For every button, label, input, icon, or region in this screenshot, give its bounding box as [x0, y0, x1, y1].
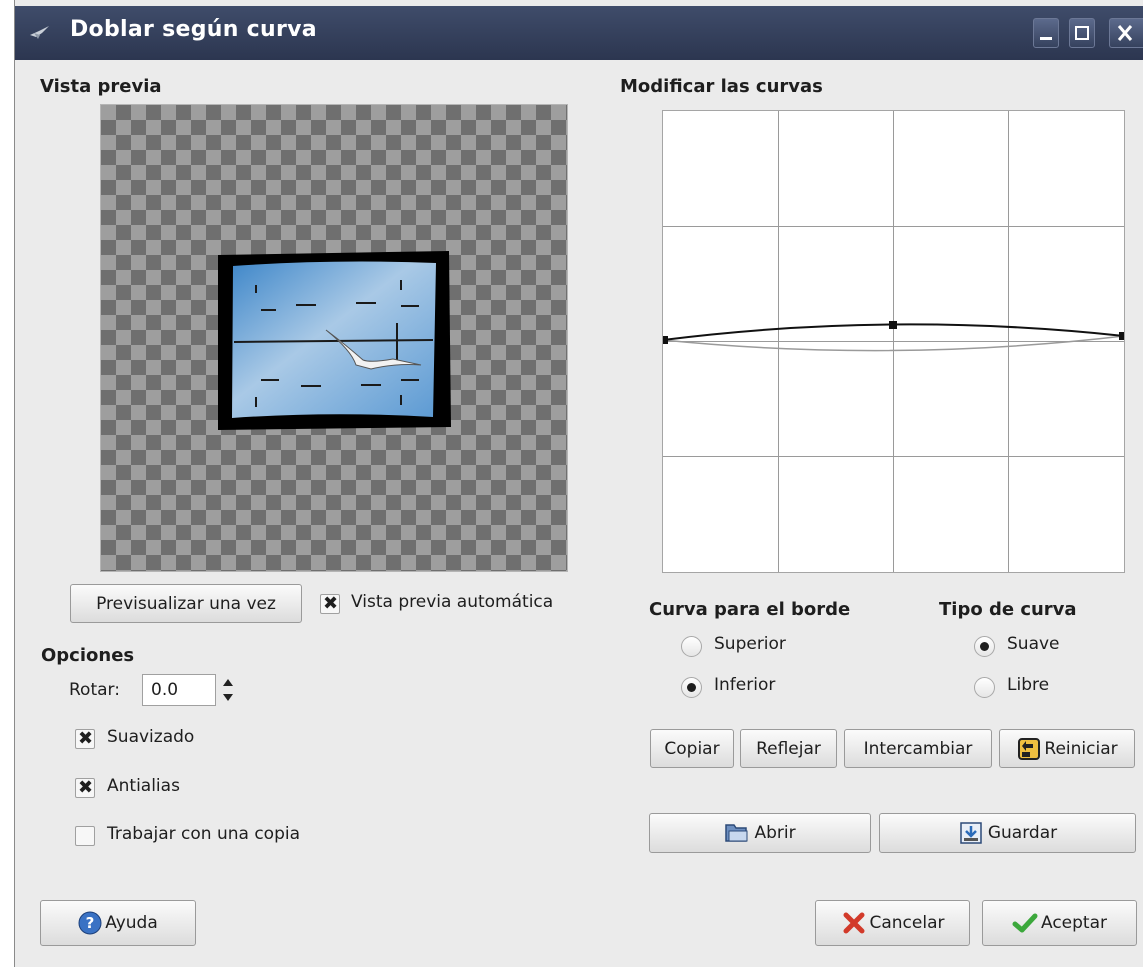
title-bar[interactable]: Doblar según curva: [15, 6, 1143, 60]
work-on-copy-label[interactable]: Trabajar con una copia: [107, 824, 300, 844]
minimize-icon: [1040, 37, 1052, 40]
smoothing-label[interactable]: Suavizado: [107, 727, 194, 747]
save-icon: [960, 822, 982, 844]
help-label: Ayuda: [105, 913, 158, 933]
maximize-button[interactable]: [1069, 18, 1095, 48]
options-heading: Opciones: [41, 645, 135, 666]
mirror-label: Reflejar: [756, 738, 821, 759]
open-label: Abrir: [754, 823, 796, 843]
help-icon: ?: [78, 911, 102, 935]
radio-dot: [980, 642, 989, 651]
save-label: Guardar: [987, 823, 1058, 843]
curve-graph[interactable]: [663, 111, 1124, 572]
free-radio[interactable]: [974, 677, 995, 698]
work-on-copy-checkbox[interactable]: [75, 826, 95, 846]
curve-type-heading: Tipo de curva: [939, 599, 1077, 620]
ok-button[interactable]: Aceptar: [982, 900, 1137, 946]
open-button[interactable]: Abrir: [649, 813, 871, 853]
mirror-button[interactable]: Reflejar: [740, 729, 837, 768]
preview-image: [218, 251, 451, 430]
ok-label: Aceptar: [1041, 913, 1107, 933]
copy-label: Copiar: [664, 738, 720, 759]
cancel-x-icon: [843, 912, 864, 934]
checkmark-x-icon: ✖: [78, 777, 94, 798]
curve-point[interactable]: [889, 321, 897, 329]
cancel-button[interactable]: Cancelar: [815, 900, 970, 946]
minimize-button[interactable]: [1033, 18, 1059, 48]
app-icon: [30, 26, 49, 39]
auto-preview-checkbox[interactable]: ✖: [320, 594, 340, 614]
antialias-label[interactable]: Antialias: [107, 776, 180, 796]
swap-label: Intercambiar: [863, 738, 973, 759]
cancel-label: Cancelar: [869, 913, 945, 933]
upper-radio[interactable]: [681, 636, 702, 657]
preview-area: [100, 104, 568, 572]
checkmark-icon: [1012, 913, 1038, 933]
curve-editor[interactable]: [662, 110, 1125, 573]
save-button[interactable]: Guardar: [879, 813, 1136, 853]
svg-text:?: ?: [86, 914, 95, 932]
spin-arrows-icon[interactable]: [220, 674, 236, 706]
open-folder-icon: [725, 824, 748, 842]
radio-dot: [687, 683, 696, 692]
reset-button[interactable]: Reiniciar: [999, 729, 1135, 768]
copy-button[interactable]: Copiar: [650, 729, 734, 768]
auto-preview-label[interactable]: Vista previa automática: [351, 592, 553, 612]
preview-once-button[interactable]: Previsualizar una vez: [70, 584, 302, 623]
border-curve-heading: Curva para el borde: [649, 599, 851, 620]
checkmark-x-icon: ✖: [78, 728, 94, 749]
upper-label[interactable]: Superior: [714, 634, 786, 654]
swap-button[interactable]: Intercambiar: [844, 729, 992, 768]
maximize-icon: [1075, 26, 1089, 40]
free-label[interactable]: Libre: [1007, 675, 1049, 695]
preview-heading: Vista previa: [40, 76, 162, 97]
antialias-checkbox[interactable]: ✖: [75, 778, 95, 798]
lower-label[interactable]: Inferior: [714, 675, 775, 695]
reset-label: Reiniciar: [1044, 738, 1118, 759]
smoothing-checkbox[interactable]: ✖: [75, 729, 95, 749]
rotate-input[interactable]: 0.0: [142, 674, 216, 706]
checkmark-x-icon: ✖: [323, 593, 339, 614]
curve-point[interactable]: [663, 336, 668, 344]
lower-radio[interactable]: [681, 677, 702, 698]
close-icon: [1117, 25, 1133, 41]
preview-once-label: Previsualizar una vez: [96, 593, 276, 614]
close-button[interactable]: [1109, 18, 1143, 48]
help-button[interactable]: ? Ayuda: [40, 900, 196, 946]
smooth-label[interactable]: Suave: [1007, 634, 1060, 654]
dialog-window: Doblar según curva Vista previa Previsua…: [14, 0, 1143, 967]
curve-point[interactable]: [1119, 332, 1124, 340]
smooth-radio[interactable]: [974, 636, 995, 657]
window-title: Doblar según curva: [70, 17, 317, 42]
reset-icon: [1018, 737, 1041, 760]
curves-heading: Modificar las curvas: [620, 76, 823, 97]
rotate-label: Rotar:: [69, 680, 120, 700]
